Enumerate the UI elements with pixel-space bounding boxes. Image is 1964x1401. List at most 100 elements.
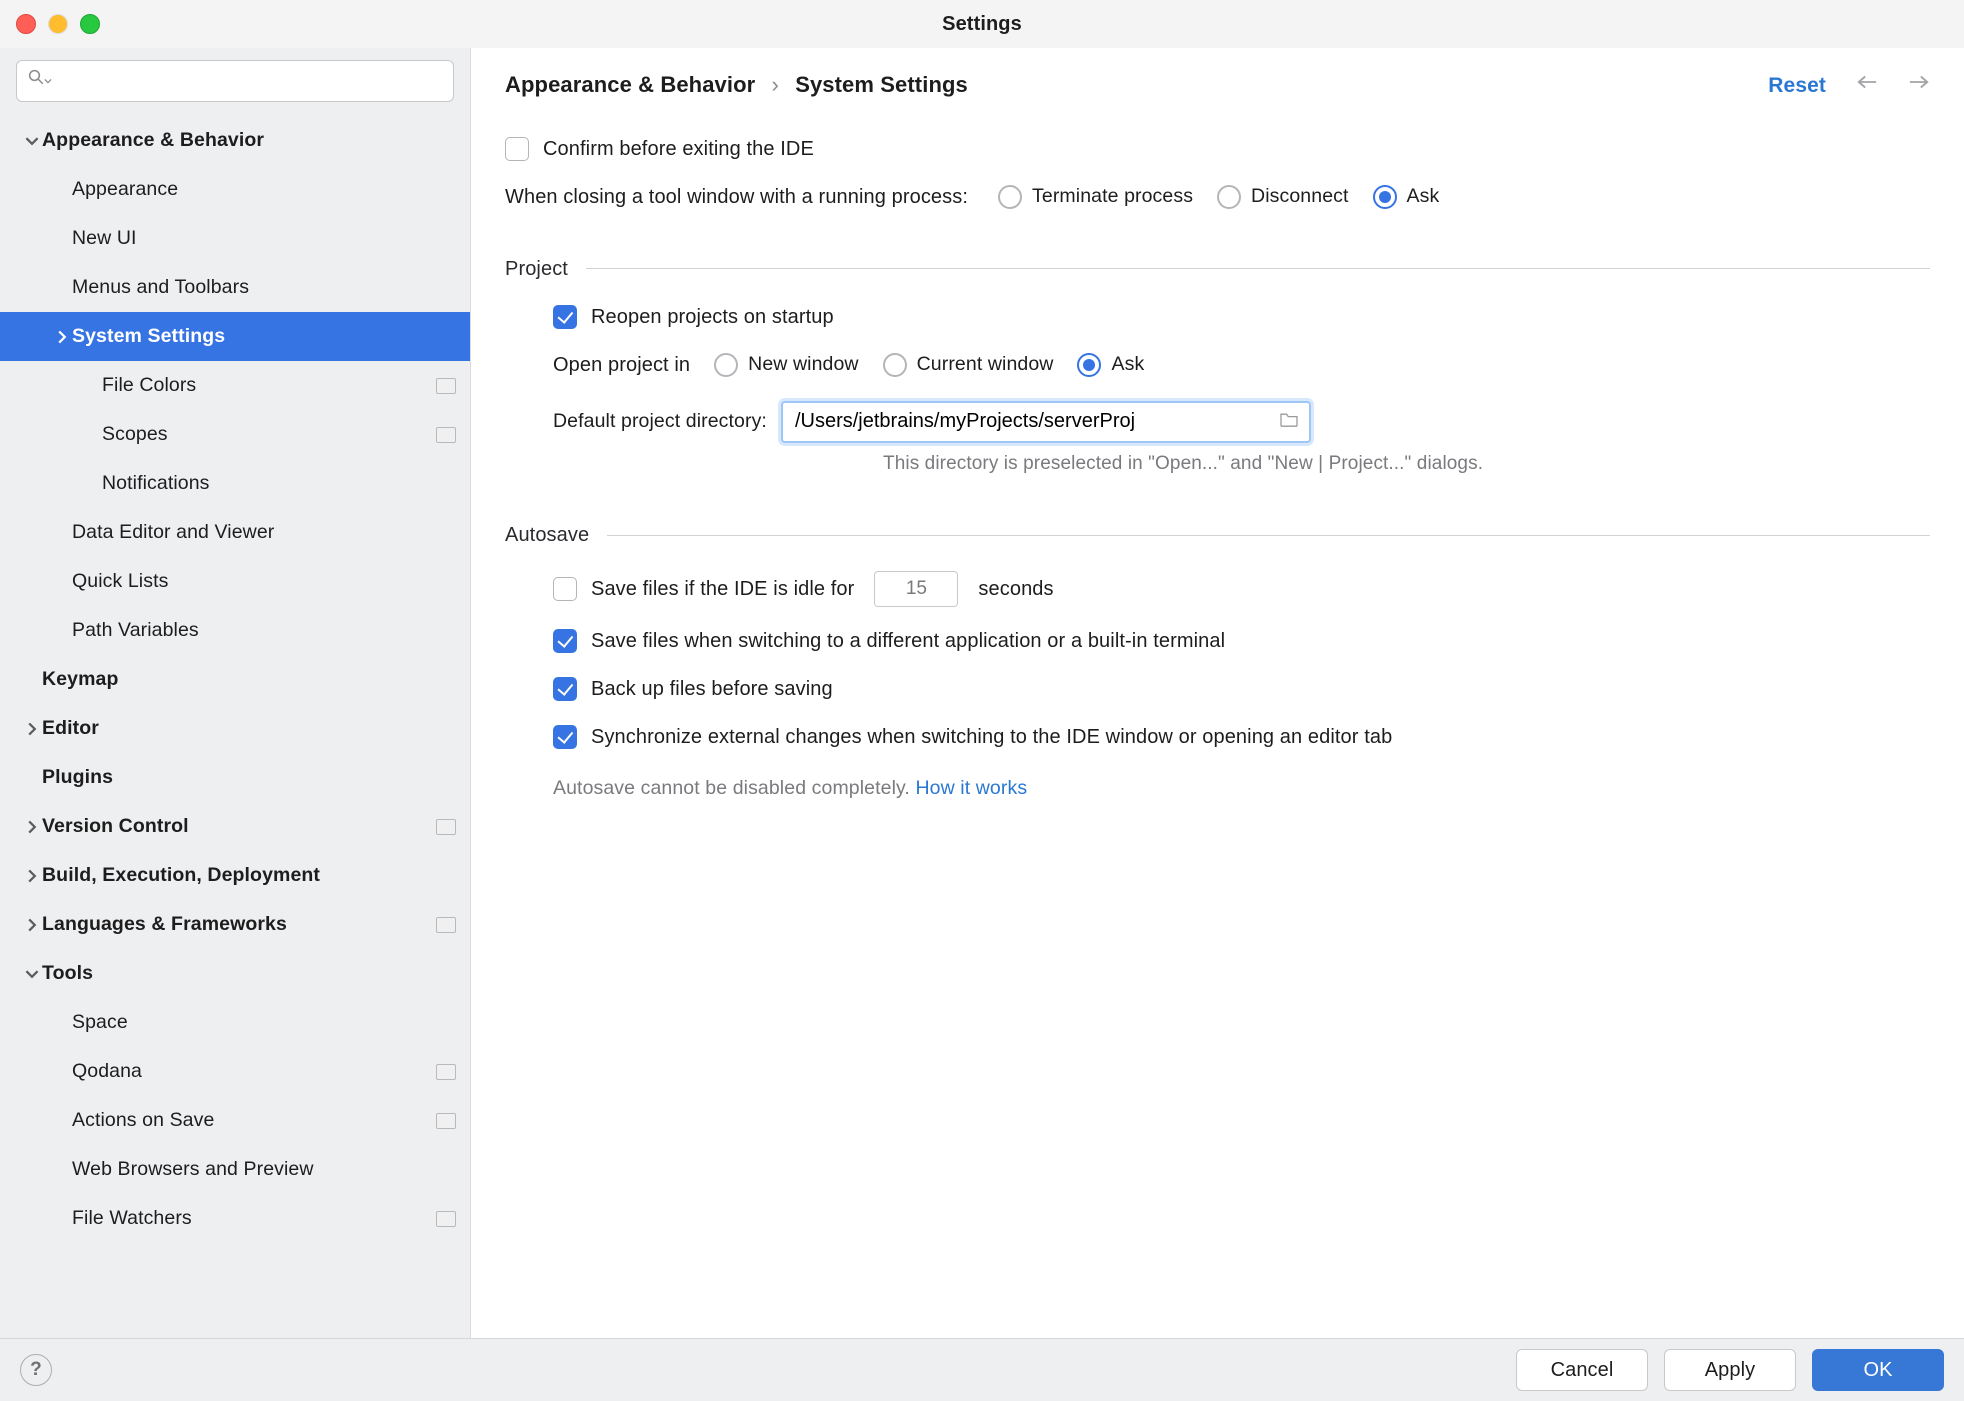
- settings-sidebar: Appearance & Behavior AppearanceNew UI Men…: [0, 48, 471, 1338]
- open-project-in-radio-label: New window: [748, 351, 858, 378]
- tree-item[interactable]: Notifications: [0, 459, 470, 508]
- breadcrumb: Appearance & Behavior › System Settings: [505, 70, 968, 101]
- tree-item-label: Appearance & Behavior: [42, 127, 456, 154]
- tree-item[interactable]: Data Editor and Viewer: [0, 508, 470, 557]
- autosave-section-title: Autosave: [505, 521, 589, 549]
- closing-tool-window-radio[interactable]: [1217, 185, 1241, 209]
- tree-item[interactable]: Qodana: [0, 1047, 470, 1096]
- section-divider: [607, 535, 1930, 536]
- tree-item-label: Menus and Toolbars: [72, 274, 456, 301]
- tree-arrow-icon[interactable]: [22, 918, 42, 932]
- tree-item[interactable]: Plugins: [0, 753, 470, 802]
- tree-item-label: Web Browsers and Preview: [72, 1156, 456, 1183]
- tree-item-label: Version Control: [42, 813, 436, 840]
- tree-arrow-icon[interactable]: [52, 330, 72, 344]
- tree-item[interactable]: Tools: [0, 949, 470, 998]
- closing-tool-window-label: When closing a tool window with a runnin…: [505, 183, 968, 211]
- tree-item[interactable]: Space: [0, 998, 470, 1047]
- ok-button[interactable]: OK: [1812, 1349, 1944, 1391]
- apply-button[interactable]: Apply: [1664, 1349, 1796, 1391]
- breadcrumb-current: System Settings: [795, 72, 968, 97]
- confirm-exit-label: Confirm before exiting the IDE: [543, 135, 814, 163]
- tree-item[interactable]: Keymap: [0, 655, 470, 704]
- tree-item[interactable]: Web Browsers and Preview: [0, 1145, 470, 1194]
- backup-before-save-checkbox[interactable]: [553, 677, 577, 701]
- how-it-works-link[interactable]: How it works: [915, 777, 1027, 799]
- tree-item-label: System Settings: [72, 323, 456, 350]
- save-idle-checkbox[interactable]: [553, 577, 577, 601]
- open-project-in-radio[interactable]: [883, 353, 907, 377]
- tree-item[interactable]: Version Control: [0, 802, 470, 851]
- search-options-chevron-icon[interactable]: [44, 72, 52, 90]
- default-dir-hint: This directory is preselected in "Open..…: [883, 451, 1930, 478]
- save-switching-checkbox[interactable]: [553, 629, 577, 653]
- backup-before-save-label: Back up files before saving: [591, 675, 833, 703]
- default-dir-input[interactable]: [793, 409, 1269, 434]
- tree-item[interactable]: File Colors: [0, 361, 470, 410]
- open-project-in-option[interactable]: New window: [714, 351, 858, 378]
- tree-item[interactable]: Actions on Save: [0, 1096, 470, 1145]
- autosave-hint-text: Autosave cannot be disabled completely.: [553, 777, 915, 799]
- open-project-in-radio-label: Current window: [917, 351, 1054, 378]
- tree-item[interactable]: Appearance & Behavior: [0, 116, 470, 165]
- project-level-indicator-icon: [436, 427, 456, 443]
- tree-arrow-icon[interactable]: [22, 869, 42, 883]
- open-project-in-radio[interactable]: [714, 353, 738, 377]
- tree-item[interactable]: Scopes: [0, 410, 470, 459]
- tree-item[interactable]: Languages & Frameworks: [0, 900, 470, 949]
- tree-item[interactable]: Appearance: [0, 165, 470, 214]
- folder-icon[interactable]: [1279, 408, 1299, 435]
- search-input[interactable]: [58, 70, 443, 93]
- search-field-container[interactable]: [16, 60, 454, 102]
- forward-arrow-icon[interactable]: [1908, 72, 1930, 99]
- tree-item-label: Data Editor and Viewer: [72, 519, 456, 546]
- open-project-in-radio[interactable]: [1077, 353, 1101, 377]
- closing-tool-window-radio[interactable]: [1373, 185, 1397, 209]
- tree-item-label: Actions on Save: [72, 1107, 436, 1134]
- tree-item[interactable]: Build, Execution, Deployment: [0, 851, 470, 900]
- tree-item[interactable]: Menus and Toolbars: [0, 263, 470, 312]
- tree-item[interactable]: System Settings: [0, 312, 470, 361]
- tree-item-label: Tools: [42, 960, 456, 987]
- closing-tool-window-radio-label: Disconnect: [1251, 183, 1348, 210]
- reopen-projects-checkbox[interactable]: [553, 305, 577, 329]
- tree-item[interactable]: Path Variables: [0, 606, 470, 655]
- breadcrumb-parent[interactable]: Appearance & Behavior: [505, 72, 755, 97]
- tree-item[interactable]: Quick Lists: [0, 557, 470, 606]
- tree-item-label: Path Variables: [72, 617, 456, 644]
- confirm-exit-checkbox[interactable]: [505, 137, 529, 161]
- tree-arrow-icon[interactable]: [22, 820, 42, 834]
- window-title: Settings: [0, 10, 1964, 38]
- closing-tool-window-option[interactable]: Ask: [1373, 183, 1440, 210]
- reopen-projects-label: Reopen projects on startup: [591, 303, 834, 331]
- tree-item[interactable]: Editor: [0, 704, 470, 753]
- back-arrow-icon[interactable]: [1856, 72, 1878, 99]
- tree-item-label: Languages & Frameworks: [42, 911, 436, 938]
- default-dir-field[interactable]: [781, 401, 1311, 443]
- project-level-indicator-icon: [436, 1113, 456, 1129]
- tree-arrow-icon[interactable]: [22, 134, 42, 148]
- closing-tool-window-radio-label: Terminate process: [1032, 183, 1193, 210]
- open-project-in-radio-label: Ask: [1111, 351, 1144, 378]
- default-dir-label: Default project directory:: [553, 408, 767, 435]
- tree-item[interactable]: File Watchers: [0, 1194, 470, 1243]
- sync-external-checkbox[interactable]: [553, 725, 577, 749]
- tree-item-label: Quick Lists: [72, 568, 456, 595]
- tree-item-label: File Watchers: [72, 1205, 436, 1232]
- cancel-button[interactable]: Cancel: [1516, 1349, 1648, 1391]
- open-project-in-option[interactable]: Ask: [1077, 351, 1144, 378]
- tree-item[interactable]: New UI: [0, 214, 470, 263]
- idle-seconds-input[interactable]: [874, 571, 958, 607]
- tree-arrow-icon[interactable]: [22, 967, 42, 981]
- closing-tool-window-radio[interactable]: [998, 185, 1022, 209]
- help-icon[interactable]: ?: [20, 1354, 52, 1386]
- autosave-hint: Autosave cannot be disabled completely. …: [505, 775, 1930, 802]
- closing-tool-window-option[interactable]: Disconnect: [1217, 183, 1348, 210]
- tree-item-label: Scopes: [102, 421, 436, 448]
- reset-link[interactable]: Reset: [1768, 71, 1826, 100]
- tree-arrow-icon[interactable]: [22, 722, 42, 736]
- project-level-indicator-icon: [436, 1064, 456, 1080]
- title-bar: Settings: [0, 0, 1964, 48]
- open-project-in-option[interactable]: Current window: [883, 351, 1054, 378]
- closing-tool-window-option[interactable]: Terminate process: [998, 183, 1193, 210]
